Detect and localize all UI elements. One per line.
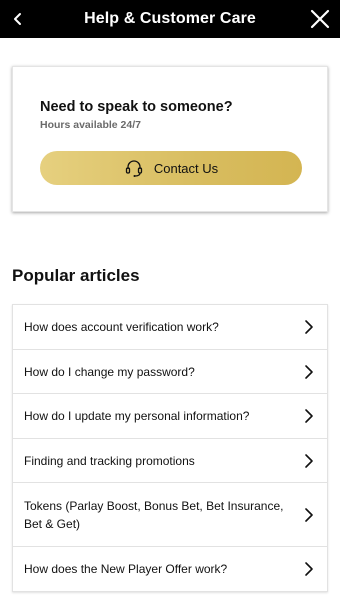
chevron-right-icon — [305, 364, 313, 379]
article-item[interactable]: How does account verification work? — [13, 305, 327, 350]
page-title: Help & Customer Care — [84, 10, 256, 27]
close-button[interactable] — [308, 7, 332, 31]
contact-card-title: Need to speak to someone? — [40, 99, 233, 115]
chevron-right-icon — [305, 409, 313, 423]
headset-icon — [124, 158, 144, 178]
contact-us-button[interactable]: Contact Us — [40, 151, 302, 185]
article-list: How does account verification work? How … — [12, 304, 328, 592]
back-button[interactable] — [6, 7, 30, 31]
top-bar: Help & Customer Care — [0, 0, 340, 38]
contact-us-label: Contact Us — [153, 160, 219, 176]
article-label: How does the New Player Offer work? — [24, 562, 228, 576]
chevron-right-icon — [305, 320, 313, 334]
article-label: Finding and tracking promotions — [24, 453, 195, 468]
hours-text: Hours available 24/7 — [40, 119, 141, 131]
contact-card: Need to speak to someone? Hours availabl… — [12, 66, 328, 212]
article-label: How do I change my password? — [24, 364, 195, 379]
popular-articles-heading: Popular articles — [12, 266, 140, 285]
article-item[interactable]: How do I update my personal information? — [13, 394, 327, 439]
article-item[interactable]: How does the New Player Offer work? — [13, 547, 327, 591]
article-label: How does account verification work? — [24, 320, 219, 334]
article-item[interactable]: How do I change my password? — [13, 350, 327, 394]
chevron-right-icon — [305, 562, 313, 576]
article-label: How do I update my personal information? — [24, 409, 250, 423]
chevron-right-icon — [305, 453, 313, 468]
chevron-left-icon — [14, 13, 21, 25]
close-icon — [310, 9, 330, 29]
article-item[interactable]: Finding and tracking promotions — [13, 439, 327, 483]
article-label: Tokens (Parlay Boost, Bonus Bet, Bet Ins… — [24, 498, 284, 531]
chevron-right-icon — [305, 507, 313, 522]
article-item[interactable]: Tokens (Parlay Boost, Bonus Bet, Bet Ins… — [13, 483, 327, 547]
